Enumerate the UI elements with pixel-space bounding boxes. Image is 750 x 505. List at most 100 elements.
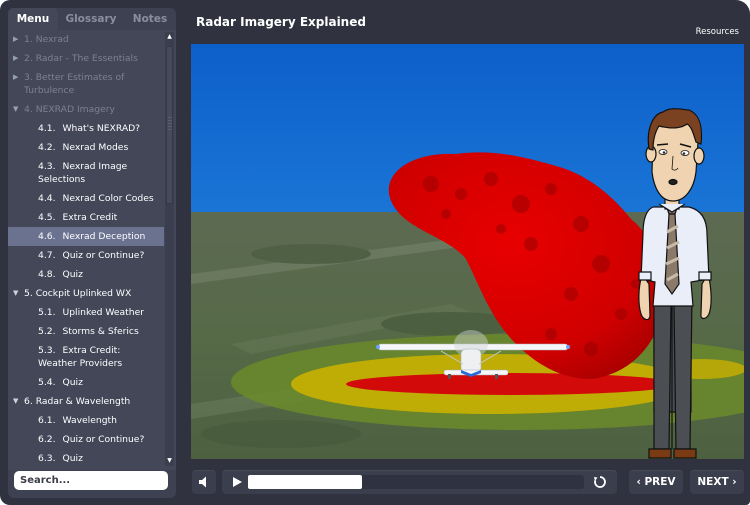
- menu-item-number: 1.: [24, 34, 33, 45]
- menu-item-label: Nexrad Deception: [62, 231, 146, 242]
- next-button[interactable]: NEXT ›: [690, 470, 744, 494]
- menu-item-label: Uplinked Weather: [62, 307, 145, 318]
- menu-item[interactable]: 4.6. Nexrad Deception: [8, 227, 164, 246]
- menu-item[interactable]: 5.3. Extra Credit: Weather Providers: [8, 341, 164, 373]
- tab-glossary[interactable]: Glossary: [58, 8, 124, 30]
- menu-section[interactable]: ▼ 6. Radar & Wavelength: [8, 392, 164, 411]
- menu-item-number: 5.3.: [38, 345, 56, 356]
- player-frame: Menu Glossary Notes ▶ 1. Nexrad ▶ 2. Radar …: [0, 0, 750, 505]
- prev-label: PREV: [644, 476, 676, 488]
- volume-button[interactable]: [192, 470, 216, 494]
- menu-item[interactable]: 6.3. Quiz: [8, 449, 164, 468]
- menu-item-number: 2.: [24, 53, 33, 64]
- scroll-thumb[interactable]: [166, 46, 173, 204]
- caret-right-icon[interactable]: ▶: [13, 52, 18, 65]
- menu-item-label: Quiz: [62, 453, 83, 464]
- menu-item-label: Radar & Wavelength: [35, 396, 131, 407]
- menu-section[interactable]: ▼ 4. NEXRAD Imagery: [8, 100, 164, 119]
- menu-item[interactable]: 6.1. Wavelength: [8, 411, 164, 430]
- caret-right-icon[interactable]: ▶: [13, 33, 18, 46]
- caret-right-icon[interactable]: ▶: [13, 71, 18, 84]
- menu-item-number: 6.3.: [38, 453, 56, 464]
- replay-icon[interactable]: [592, 474, 608, 490]
- resources-link[interactable]: Resources: [696, 27, 739, 37]
- menu-item-label: Quiz or Continue?: [62, 434, 145, 445]
- menu-item-label: Quiz: [62, 269, 83, 280]
- menu-item-label: Cockpit Uplinked WX: [35, 288, 132, 299]
- caret-down-icon[interactable]: ▼: [13, 287, 18, 300]
- chevron-right-icon: ›: [732, 476, 737, 488]
- menu-item[interactable]: 4.3. Nexrad Image Selections: [8, 157, 164, 189]
- grip-line: [168, 129, 172, 130]
- caret-down-icon[interactable]: ▼: [13, 103, 18, 116]
- menu-item-number: 4.4.: [38, 193, 56, 204]
- menu-item-number: 4.7.: [38, 250, 56, 261]
- menu-item[interactable]: 4.8. Quiz: [8, 265, 164, 284]
- menu-item-number: 4.2.: [38, 142, 56, 153]
- menu-item[interactable]: 5.2. Storms & Sferics: [8, 322, 164, 341]
- menu-item-label: Nexrad: [35, 34, 69, 45]
- seekbar-container: [222, 470, 617, 494]
- menu-item-label: Wavelength: [62, 415, 117, 426]
- menu-item[interactable]: 5.1. Uplinked Weather: [8, 303, 164, 322]
- menu-panel: ▶ 1. Nexrad ▶ 2. Radar - The Essentials ▶ 3. …: [8, 30, 176, 470]
- menu-item-number: 4.1.: [38, 123, 56, 134]
- menu-section[interactable]: ▶ 1. Nexrad: [8, 30, 164, 49]
- scroll-up-icon[interactable]: ▲: [165, 32, 174, 42]
- menu-item[interactable]: 4.2. Nexrad Modes: [8, 138, 164, 157]
- menu-item-label: Storms & Sferics: [62, 326, 139, 337]
- menu-item[interactable]: 6.2. Quiz or Continue?: [8, 430, 164, 449]
- menu-item-number: 3.: [24, 72, 33, 83]
- menu-item-number: 4.5.: [38, 212, 56, 223]
- sidebar-tabs: Menu Glossary Notes: [8, 8, 176, 30]
- scroll-down-icon[interactable]: ▼: [165, 456, 174, 466]
- speaker-icon: [199, 476, 206, 488]
- search-input[interactable]: [14, 471, 168, 490]
- menu-item-number: 5.2.: [38, 326, 56, 337]
- menu-item-label: Nexrad Modes: [62, 142, 129, 153]
- menu-item-label: Extra Credit: [62, 212, 118, 223]
- next-label: NEXT: [697, 476, 729, 488]
- menu-item-label: Nexrad Color Codes: [62, 193, 154, 204]
- menu-item[interactable]: 4.5. Extra Credit: [8, 208, 164, 227]
- menu-section[interactable]: ▼ 5. Cockpit Uplinked WX: [8, 284, 164, 303]
- menu-item-label: NEXRAD Imagery: [35, 104, 115, 115]
- grip-line: [168, 120, 172, 121]
- menu-item[interactable]: 4.7. Quiz or Continue?: [8, 246, 164, 265]
- grip-line: [168, 123, 172, 124]
- menu-item[interactable]: 5.4. Quiz: [8, 373, 164, 392]
- tab-notes[interactable]: Notes: [124, 8, 176, 30]
- menu-scrollbar[interactable]: ▲ ▼: [165, 32, 174, 466]
- menu-section[interactable]: ▶ 2. Radar - The Essentials: [8, 49, 164, 68]
- progress-fill: [248, 475, 363, 489]
- progress-track[interactable]: [248, 475, 584, 489]
- video-frame: [191, 44, 744, 459]
- play-icon[interactable]: [230, 475, 244, 489]
- menu-list: ▶ 1. Nexrad ▶ 2. Radar - The Essentials ▶ 3. …: [8, 30, 164, 470]
- caret-down-icon[interactable]: ▼: [13, 395, 18, 408]
- menu-item-number: 5.4.: [38, 377, 56, 388]
- chevron-left-icon: ‹: [636, 476, 641, 488]
- menu-section[interactable]: ▶ 3. Better Estimates of Turbulence: [8, 68, 164, 100]
- menu-item-label: Radar - The Essentials: [35, 53, 138, 64]
- menu-item-number: 5.1.: [38, 307, 56, 318]
- menu-item[interactable]: 4.4. Nexrad Color Codes: [8, 189, 164, 208]
- video-stage: [191, 44, 744, 459]
- prev-button[interactable]: ‹ PREV: [629, 470, 683, 494]
- menu-item-number: 4.6.: [38, 231, 56, 242]
- menu-item-label: What's NEXRAD?: [62, 123, 141, 134]
- menu-item-label: Quiz or Continue?: [62, 250, 145, 261]
- menu-item-number: 6.1.: [38, 415, 56, 426]
- menu-section[interactable]: ▼7. ARTCC Weather Information: [8, 468, 164, 470]
- menu-item-label: Better Estimates of Turbulence: [24, 72, 125, 96]
- menu-item-number: 4.3.: [38, 161, 56, 172]
- menu-item-number: 6.2.: [38, 434, 56, 445]
- menu-item-number: 5.: [24, 288, 33, 299]
- tab-menu[interactable]: Menu: [8, 8, 58, 30]
- menu-item[interactable]: 4.1. What's NEXRAD?: [8, 119, 164, 138]
- menu-item-number: 6.: [24, 396, 33, 407]
- menu-item-label: Quiz: [62, 377, 83, 388]
- page-title: Radar Imagery Explained: [196, 15, 366, 29]
- grip-line: [168, 117, 172, 118]
- menu-item-number: 4.8.: [38, 269, 56, 280]
